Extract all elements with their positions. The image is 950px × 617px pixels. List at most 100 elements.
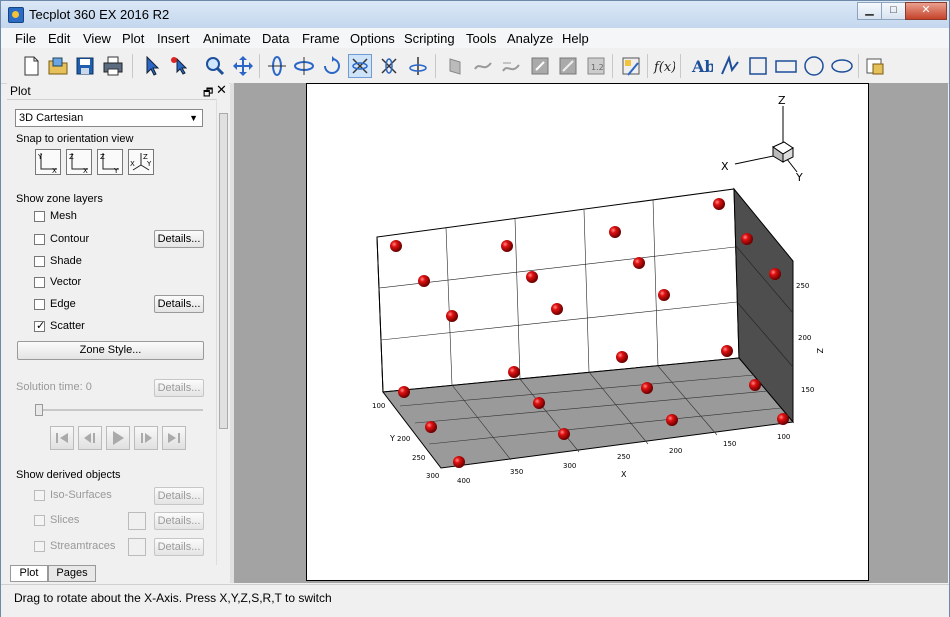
menu-animate[interactable]: Animate [203, 31, 251, 46]
menu-tools[interactable]: Tools [466, 31, 496, 46]
svg-text:f(x): f(x) [653, 60, 675, 75]
menu-plot[interactable]: Plot [122, 31, 144, 46]
contour-label-icon[interactable]: 1.2 [584, 54, 608, 78]
menu-edit[interactable]: Edit [48, 31, 70, 46]
maximize-button[interactable]: □ [881, 2, 906, 20]
triad-z-label: Z [778, 94, 786, 107]
iso-surfaces-checkbox[interactable] [34, 490, 45, 501]
zone-edit-icon[interactable] [556, 54, 580, 78]
streamtrace-tool-icon[interactable] [128, 538, 146, 556]
polyline-icon[interactable] [718, 54, 742, 78]
orient-xy-button[interactable]: YX [35, 149, 61, 175]
scatter-point [551, 303, 563, 315]
first-step-button[interactable] [50, 426, 74, 450]
streamtrace-rake-icon[interactable] [499, 54, 523, 78]
last-step-button[interactable] [162, 426, 186, 450]
print-icon[interactable] [101, 54, 125, 78]
x-axis-label: X [621, 470, 627, 479]
orient-axis-letter: Z [100, 153, 105, 161]
mesh-checkbox[interactable] [34, 211, 45, 222]
close-panel-icon[interactable]: ✕ [216, 82, 227, 98]
orient-xz-button[interactable]: ZX [66, 149, 92, 175]
panel-scroll-thumb[interactable] [219, 113, 228, 429]
rotate-x-icon[interactable] [265, 54, 289, 78]
zone-layers-label: Show zone layers [16, 193, 103, 205]
z-tick-label: 150 [801, 386, 814, 394]
open-folder-icon[interactable] [46, 54, 70, 78]
iso-surfaces-details-button[interactable]: Details... [154, 487, 204, 505]
solution-time-details-button[interactable]: Details... [154, 379, 204, 397]
float-panel-icon[interactable]: 🗗 [203, 84, 213, 103]
plot-3d-canvas[interactable]: 400 350 300 250 200 150 100 X 100 200 25… [307, 84, 870, 582]
menu-frame[interactable]: Frame [302, 31, 340, 46]
menu-insert[interactable]: Insert [157, 31, 190, 46]
solution-time-slider[interactable] [35, 404, 43, 416]
rotate-about-z-icon[interactable] [406, 54, 430, 78]
menu-options[interactable]: Options [350, 31, 395, 46]
tecplot-app-icon[interactable] [8, 7, 24, 23]
menu-file[interactable]: File [15, 31, 36, 46]
menu-view[interactable]: View [83, 31, 111, 46]
edge-label: Edge [50, 298, 76, 310]
menu-analyze[interactable]: Analyze [507, 31, 553, 46]
minimize-button[interactable]: ▁ [857, 2, 882, 20]
scatter-point [777, 413, 789, 425]
panel-scrollbar[interactable] [216, 99, 230, 565]
new-file-icon[interactable] [19, 54, 43, 78]
ellipse-icon[interactable] [830, 54, 854, 78]
solution-time-label: Solution time: 0 [16, 381, 92, 393]
play-button[interactable] [106, 426, 130, 450]
square-icon[interactable] [746, 54, 770, 78]
scatter-point [641, 382, 653, 394]
plot-type-select[interactable]: 3D Cartesian ▼ [15, 109, 203, 127]
zone-create-icon[interactable] [528, 54, 552, 78]
streamtraces-details-button[interactable]: Details... [154, 538, 204, 556]
select-arrow-icon[interactable] [140, 54, 164, 78]
menu-scripting[interactable]: Scripting [404, 31, 455, 46]
zoom-icon[interactable] [203, 54, 227, 78]
scatter-point [425, 421, 437, 433]
rotate-about-y-icon[interactable] [377, 54, 401, 78]
slices-checkbox[interactable] [34, 515, 45, 526]
contour-checkbox[interactable] [34, 234, 45, 245]
slice-tool-icon[interactable] [128, 512, 146, 530]
slice-icon[interactable] [443, 54, 467, 78]
menu-help[interactable]: Help [562, 31, 589, 46]
equation-icon[interactable]: f(x) [652, 54, 676, 78]
frame-add-icon[interactable] [863, 54, 887, 78]
tab-plot[interactable]: Plot [10, 565, 48, 582]
text-icon[interactable]: Ab [690, 54, 714, 78]
menu-data[interactable]: Data [262, 31, 289, 46]
adjustor-icon[interactable] [168, 54, 192, 78]
edge-checkbox[interactable] [34, 299, 45, 310]
title-bar[interactable]: Tecplot 360 EX 2016 R2 ▁ □ ✕ [1, 1, 949, 28]
orient-yz-button[interactable]: ZY [97, 149, 123, 175]
probe-icon[interactable] [619, 54, 643, 78]
rotate-y-icon[interactable] [292, 54, 316, 78]
shade-checkbox[interactable] [34, 256, 45, 267]
translate-icon[interactable] [231, 54, 255, 78]
triad-y-label: Y [795, 171, 803, 184]
step-forward-button[interactable] [134, 426, 158, 450]
streamtraces-checkbox[interactable] [34, 541, 45, 552]
main-toolbar: 1.2 f(x) Ab [1, 48, 949, 84]
edge-details-button[interactable]: Details... [154, 295, 204, 313]
circle-icon[interactable] [802, 54, 826, 78]
close-button[interactable]: ✕ [905, 2, 947, 20]
save-icon[interactable] [73, 54, 97, 78]
rotate-about-x-icon[interactable] [348, 54, 372, 78]
vector-checkbox[interactable] [34, 277, 45, 288]
tab-pages[interactable]: Pages [48, 565, 96, 582]
rotate-z-icon[interactable] [320, 54, 344, 78]
contour-details-button[interactable]: Details... [154, 230, 204, 248]
scatter-point [533, 397, 545, 409]
zone-style-button[interactable]: Zone Style... [17, 341, 204, 360]
x-tick-label: 200 [669, 447, 682, 455]
streamtrace-icon[interactable] [471, 54, 495, 78]
orient-3d-button[interactable]: ZXY [128, 149, 154, 175]
rectangle-icon[interactable] [774, 54, 798, 78]
slices-details-button[interactable]: Details... [154, 512, 204, 530]
scatter-checkbox[interactable]: ✓ [34, 320, 45, 332]
step-back-button[interactable] [78, 426, 102, 450]
plot-frame[interactable]: 400 350 300 250 200 150 100 X 100 200 25… [306, 83, 869, 581]
